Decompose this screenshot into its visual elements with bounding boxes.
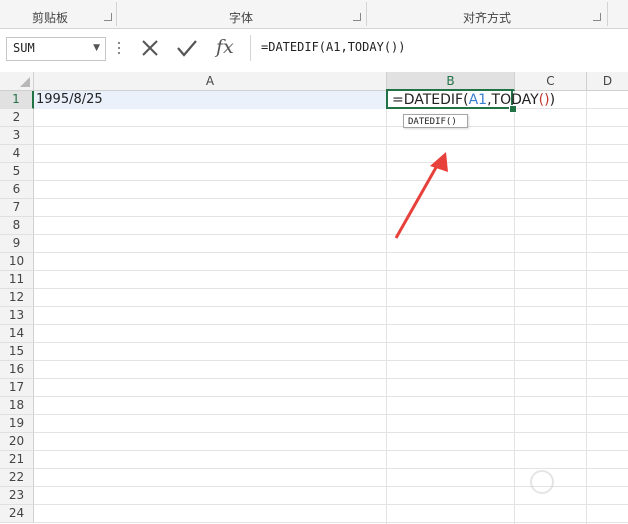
select-all-button[interactable] xyxy=(0,72,34,91)
ribbon-group-clipboard: 剪贴板 xyxy=(0,0,116,28)
row-gridline xyxy=(34,270,628,271)
row-gridline xyxy=(34,198,628,199)
row-header-2[interactable]: 2 xyxy=(0,109,34,127)
formula-text: =DATEDIF(A1,TODAY()) xyxy=(261,40,406,54)
row-gridline xyxy=(34,432,628,433)
row-header-17[interactable]: 17 xyxy=(0,379,34,397)
row-header-3[interactable]: 3 xyxy=(0,127,34,145)
alignment-launcher-icon[interactable] xyxy=(593,13,601,21)
ribbon-group-font: 字体 xyxy=(117,0,365,28)
red-arrow-icon xyxy=(394,152,448,239)
cell-b1-editing[interactable]: =DATEDIF(A1,TODAY()) xyxy=(386,89,555,109)
chevron-down-icon[interactable]: ▼ xyxy=(93,43,100,53)
row-gridline xyxy=(34,162,628,163)
alignment-group-label: 对齐方式 xyxy=(462,11,511,25)
row-gridline xyxy=(34,126,628,127)
row-gridline xyxy=(34,324,628,325)
formula-ref-a1: A1 xyxy=(468,92,488,108)
column-gridline xyxy=(514,91,515,524)
row-header-20[interactable]: 20 xyxy=(0,433,34,451)
row-header-11[interactable]: 11 xyxy=(0,271,34,289)
row-gridline xyxy=(34,504,628,505)
row-header-4[interactable]: 4 xyxy=(0,145,34,163)
row-header-1[interactable]: 1 xyxy=(0,91,34,109)
fx-icon: fx xyxy=(216,36,234,58)
column-header-a[interactable]: A xyxy=(34,72,387,91)
row-gridline xyxy=(34,306,628,307)
row-gridline xyxy=(34,216,628,217)
row-header-14[interactable]: 14 xyxy=(0,325,34,343)
row-header-10[interactable]: 10 xyxy=(0,253,34,271)
row-header-22[interactable]: 22 xyxy=(0,469,34,487)
row-header-24[interactable]: 24 xyxy=(0,505,34,523)
row-gridline xyxy=(34,396,628,397)
ribbon-group-labels: 剪贴板 字体 对齐方式 xyxy=(0,0,628,29)
clipboard-launcher-icon[interactable] xyxy=(104,13,112,21)
row-gridline xyxy=(34,450,628,451)
row-header-21[interactable]: 21 xyxy=(0,451,34,469)
row-header-5[interactable]: 5 xyxy=(0,163,34,181)
row-gridline xyxy=(34,360,628,361)
ribbon-divider xyxy=(607,2,608,26)
font-launcher-icon[interactable] xyxy=(353,13,361,21)
check-icon xyxy=(177,40,197,57)
row-header-16[interactable]: 16 xyxy=(0,361,34,379)
column-gridline xyxy=(386,91,387,524)
cancel-button[interactable] xyxy=(136,35,164,61)
row-header-18[interactable]: 18 xyxy=(0,397,34,415)
row-gridline xyxy=(34,522,628,523)
name-box-value: SUM xyxy=(13,41,35,55)
cell-a1[interactable]: 1995/8/25 xyxy=(34,91,389,109)
drag-handle-icon[interactable] xyxy=(118,42,120,54)
formula-close: ) xyxy=(549,92,556,108)
row-header-19[interactable]: 19 xyxy=(0,415,34,433)
row-gridline xyxy=(34,234,628,235)
row-gridline xyxy=(34,180,628,181)
font-group-label: 字体 xyxy=(228,11,253,25)
ribbon-group-alignment: 对齐方式 xyxy=(367,0,607,28)
formula-input[interactable]: =DATEDIF(A1,TODAY()) xyxy=(250,35,623,61)
row-header-15[interactable]: 15 xyxy=(0,343,34,361)
x-icon xyxy=(142,40,158,56)
formula-prefix: =DATEDIF( xyxy=(392,92,469,108)
row-header-9[interactable]: 9 xyxy=(0,235,34,253)
formula-paren: () xyxy=(538,92,550,108)
formula-buttons: fx xyxy=(136,35,244,61)
row-header-8[interactable]: 8 xyxy=(0,217,34,235)
name-box[interactable]: SUM ▼ xyxy=(6,37,106,61)
row-gridline xyxy=(34,414,628,415)
row-header-6[interactable]: 6 xyxy=(0,181,34,199)
enter-button[interactable] xyxy=(172,35,200,61)
row-gridline xyxy=(34,288,628,289)
formula-bar: SUM ▼ fx =DATEDIF(A1,TODAY()) xyxy=(0,29,628,71)
row-gridline xyxy=(34,252,628,253)
cell-b1-formula: =DATEDIF(A1,TODAY()) xyxy=(392,91,555,109)
function-tooltip: DATEDIF() xyxy=(403,114,468,128)
row-gridline xyxy=(34,378,628,379)
column-gridline xyxy=(586,91,587,524)
row-header-12[interactable]: 12 xyxy=(0,289,34,307)
row-header-23[interactable]: 23 xyxy=(0,487,34,505)
column-header-d[interactable]: D xyxy=(587,72,628,91)
row-gridline xyxy=(34,144,628,145)
fill-handle[interactable] xyxy=(509,105,517,113)
row-gridline xyxy=(34,468,628,469)
row-gridline xyxy=(34,342,628,343)
row-header-7[interactable]: 7 xyxy=(0,199,34,217)
watermark-icon xyxy=(530,470,554,494)
insert-function-button[interactable]: fx xyxy=(210,35,238,61)
row-header-13[interactable]: 13 xyxy=(0,307,34,325)
column-header-c[interactable]: C xyxy=(515,72,587,91)
